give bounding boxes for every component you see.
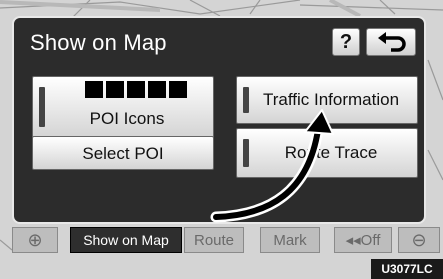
tab-route[interactable]: Route — [184, 227, 244, 253]
poi-slot — [169, 81, 187, 98]
help-button[interactable]: ? — [332, 28, 360, 56]
zoom-in-button[interactable]: ⊕ — [12, 227, 58, 253]
page-title: Show on Map — [30, 30, 167, 55]
select-poi-button[interactable]: Select POI — [32, 136, 214, 170]
selection-indicator — [243, 139, 249, 167]
route-trace-button[interactable]: Route Trace — [236, 128, 418, 178]
poi-icons-button[interactable]: POI Icons — [32, 76, 214, 138]
tab-show-on-map[interactable]: Show on Map — [70, 227, 182, 253]
figure-code-label: U3077LC — [371, 259, 443, 279]
navigation-screen: Show on Map ? POI Icons Select POI Traff… — [0, 0, 443, 279]
select-poi-label: Select POI — [82, 144, 164, 163]
poi-slot — [148, 81, 166, 98]
return-arrow-icon — [378, 32, 406, 52]
tab-off[interactable]: ◂◂Off — [334, 227, 392, 253]
poi-slot — [85, 81, 103, 98]
selection-indicator — [39, 87, 45, 127]
map-tab-bar: ⊕ Show on Map Route Mark ◂◂Off ⊖ — [12, 227, 440, 253]
poi-slot — [127, 81, 145, 98]
tab-mark[interactable]: Mark — [260, 227, 320, 253]
back-button[interactable] — [366, 28, 416, 56]
traffic-information-label: Traffic Information — [262, 90, 400, 109]
zoom-out-button[interactable]: ⊖ — [398, 227, 440, 253]
poi-slot — [106, 81, 124, 98]
show-on-map-panel: Show on Map ? POI Icons Select POI Traff… — [12, 16, 426, 224]
selection-indicator — [243, 87, 249, 113]
route-trace-label: Route Trace — [284, 143, 378, 162]
poi-icon-slots — [85, 81, 187, 98]
traffic-information-button[interactable]: Traffic Information — [236, 76, 418, 124]
poi-icons-label: POI Icons — [89, 109, 165, 128]
